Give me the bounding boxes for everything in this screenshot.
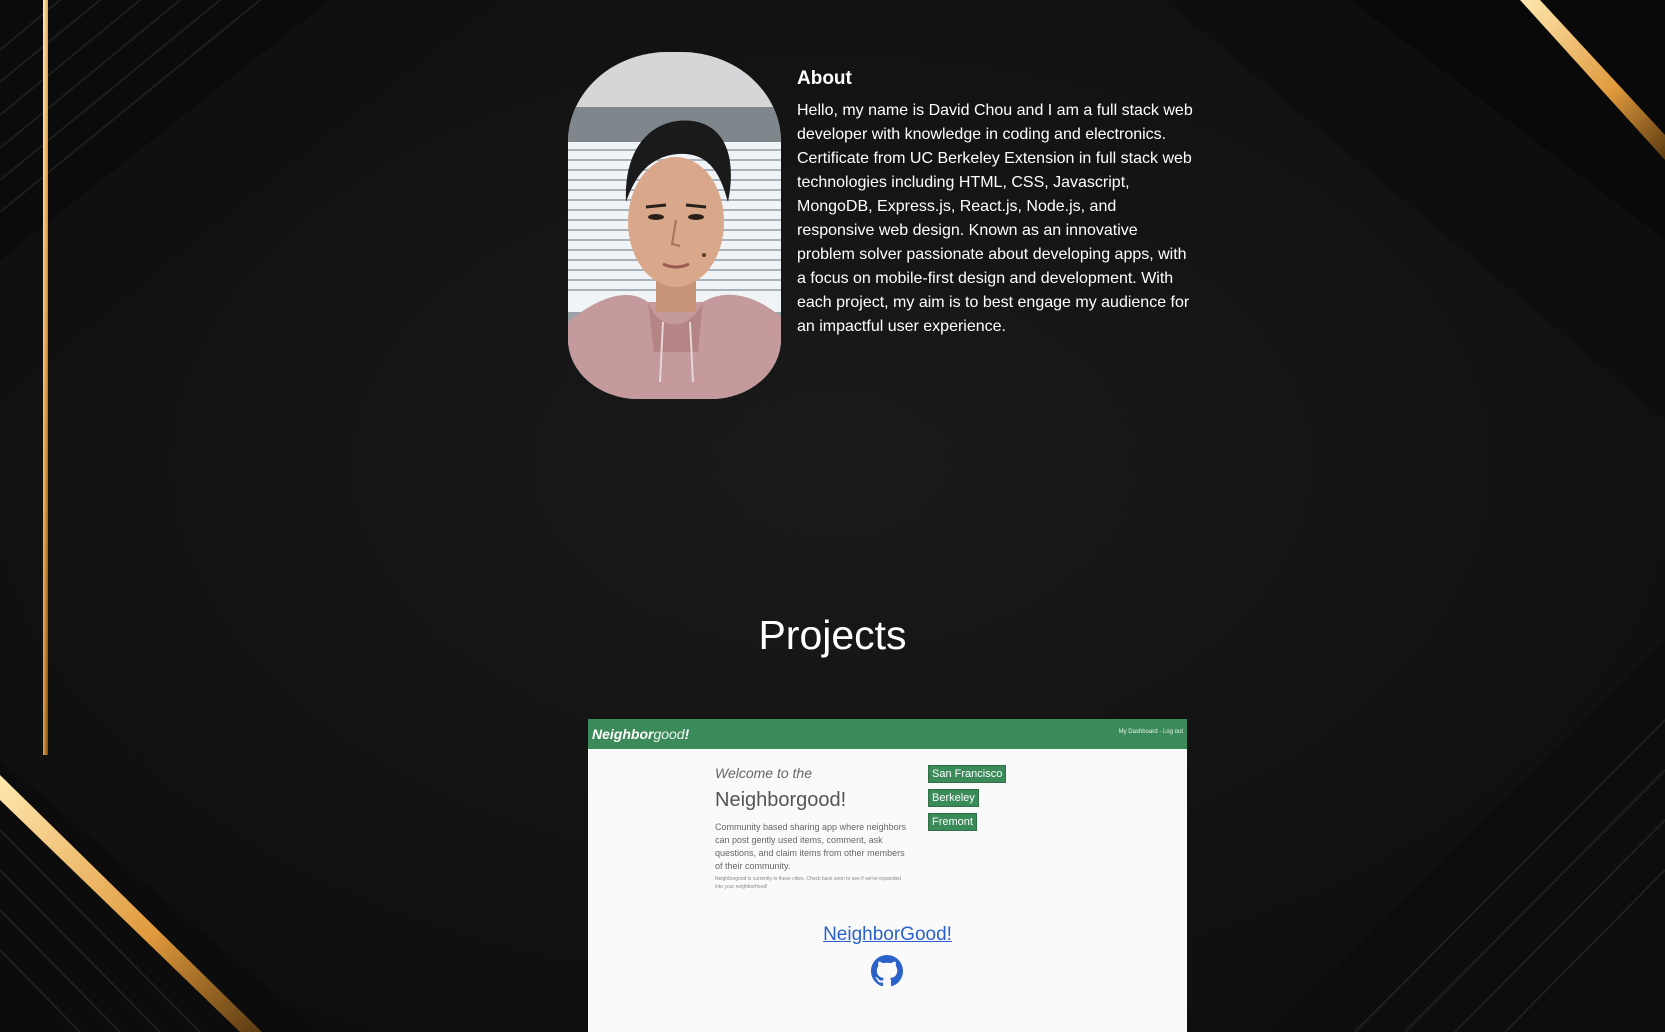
about-text: About Hello, my name is David Chou and I… <box>797 52 1197 399</box>
profile-photo <box>568 52 781 399</box>
github-icon[interactable] <box>871 955 903 987</box>
about-title: About <box>797 68 852 89</box>
screenshot-welcome: Welcome to the <box>715 765 813 781</box>
about-body: Hello, my name is David Chou and I am a … <box>797 102 1193 335</box>
about-section: About Hello, my name is David Chou and I… <box>568 52 1198 399</box>
neighborgood-logo: Neighborgood! <box>592 726 690 742</box>
screenshot-city-badge: Fremont <box>928 813 977 831</box>
project-screenshot-header: Neighborgood! My Dashboard · Log out <box>588 719 1187 749</box>
project-screenshot-nav: My Dashboard · Log out <box>1118 729 1183 735</box>
project-link-neighborgood[interactable]: NeighborGood! <box>588 924 1187 946</box>
projects-title: Projects <box>758 612 907 658</box>
project-screenshot: Neighborgood! My Dashboard · Log out Wel… <box>588 719 1187 890</box>
screenshot-heading: Neighborgood! <box>715 789 847 811</box>
screenshot-city-badge: San Francisco <box>928 765 1007 783</box>
screenshot-description: Community based sharing app where neighb… <box>715 822 907 871</box>
screenshot-note: Neighborgood is currently in these citie… <box>715 876 902 890</box>
project-card: Neighborgood! My Dashboard · Log out Wel… <box>588 719 1187 1032</box>
screenshot-city-badge: Berkeley <box>928 789 979 807</box>
